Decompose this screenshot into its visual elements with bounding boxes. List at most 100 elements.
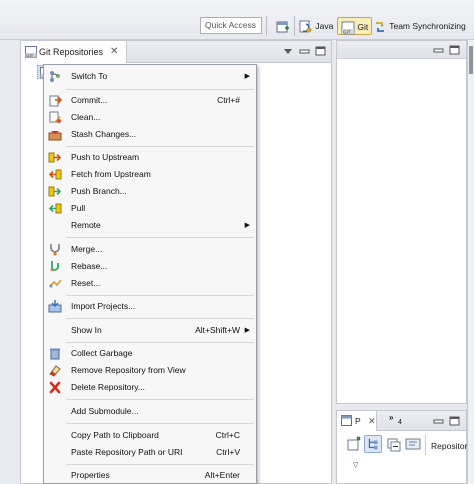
perspective-team-synchronizing-label: Team Synchronizing xyxy=(389,21,466,31)
svg-text:GIT: GIT xyxy=(343,29,351,34)
menu-item-label: Collect Garbage xyxy=(71,348,133,358)
menu-item-stash-changes[interactable]: Stash Changes... xyxy=(44,126,256,143)
menu-item-fetch-from-upstream[interactable]: Fetch from Upstream xyxy=(44,166,256,183)
menu-item-rebase[interactable]: Rebase... xyxy=(44,258,256,275)
menu-item-label: Pull xyxy=(71,203,86,213)
toolbar-separator xyxy=(294,16,295,36)
menu-separator xyxy=(66,464,254,465)
menu-item-label: Properties xyxy=(71,470,110,480)
menu-item-commit[interactable]: Commit... Ctrl+# xyxy=(44,92,256,109)
menu-item-shortcut: Ctrl+# xyxy=(217,95,240,105)
minimize-icon[interactable] xyxy=(433,415,444,427)
open-perspective-icon xyxy=(276,21,289,33)
menu-item-shortcut: Ctrl+C xyxy=(215,430,240,440)
minimize-icon[interactable] xyxy=(299,45,310,57)
maximize-icon[interactable] xyxy=(449,415,460,427)
switch-branch-icon xyxy=(50,71,60,82)
menu-item-shortcut: Alt+Enter xyxy=(204,470,240,480)
stash-icon xyxy=(48,131,62,141)
menu-item-delete-repository[interactable]: Delete Repository... xyxy=(44,379,256,396)
hierarchy-view-icon[interactable] xyxy=(404,435,422,453)
java-perspective-icon xyxy=(299,20,312,33)
menu-item-label: Delete Repository... xyxy=(71,382,146,392)
menu-item-push-to-upstream[interactable]: Push to Upstream xyxy=(44,149,256,166)
red-x-icon xyxy=(49,381,61,394)
vertical-scrollbar[interactable] xyxy=(467,40,474,484)
bottom-right-tab-bar: P ✕ » 4 xyxy=(337,411,466,431)
reset-icon xyxy=(49,279,62,288)
maximize-icon[interactable] xyxy=(315,45,326,57)
perspective-git-label: Git xyxy=(357,22,369,32)
menu-item-clean[interactable]: Clean... xyxy=(44,109,256,126)
menu-item-shortcut: Ctrl+V xyxy=(216,447,240,457)
minimize-icon[interactable] xyxy=(433,44,444,56)
eraser-icon xyxy=(49,365,61,377)
menu-item-merge[interactable]: Merge... xyxy=(44,241,256,258)
close-icon[interactable]: ✕ xyxy=(368,411,376,431)
menu-item-label: Show In xyxy=(71,325,102,335)
right-editor-view xyxy=(336,40,467,404)
tab-p-label: P xyxy=(355,416,361,426)
link-with-selection-icon[interactable] xyxy=(364,435,382,453)
menu-item-collect-garbage[interactable]: Collect Garbage xyxy=(44,345,256,362)
import-projects-icon xyxy=(48,300,62,313)
pull-icon xyxy=(48,203,62,214)
package-explorer-icon xyxy=(341,415,352,426)
menu-item-pull[interactable]: Pull xyxy=(44,200,256,217)
tab-p[interactable]: P ✕ xyxy=(337,411,377,431)
menu-separator xyxy=(66,318,254,319)
quick-access-input[interactable]: Quick Access xyxy=(200,17,262,34)
team-synchronizing-icon xyxy=(376,21,384,32)
menu-item-label: Merge... xyxy=(71,244,103,254)
commit-icon xyxy=(49,95,62,107)
submenu-arrow-icon: ▶ xyxy=(244,327,250,334)
menu-separator xyxy=(66,399,254,400)
menu-item-shortcut: Alt+Shift+W xyxy=(195,325,240,335)
menu-item-copy-path[interactable]: Copy Path to Clipboard Ctrl+C xyxy=(44,427,256,444)
menu-separator xyxy=(66,295,254,296)
merge-icon xyxy=(50,244,60,256)
submenu-arrow-icon: ▶ xyxy=(244,222,250,229)
svg-text:GIT: GIT xyxy=(27,53,34,58)
tab-git-repositories[interactable]: GIT Git Repositories ✕ xyxy=(21,41,127,63)
view-menu-icon[interactable] xyxy=(283,45,293,57)
main-toolbar: Quick Access Java GIT Git Team Synchroni… xyxy=(0,0,474,40)
tab-git-repositories-label: Git Repositories xyxy=(39,47,104,57)
close-icon[interactable]: ✕ xyxy=(110,41,118,63)
menu-item-remove-repository[interactable]: Remove Repository from View xyxy=(44,362,256,379)
menu-item-label: Stash Changes... xyxy=(71,129,137,139)
create-repository-icon[interactable] xyxy=(345,435,363,453)
fetch-upstream-icon xyxy=(48,169,62,180)
menu-separator xyxy=(66,237,254,238)
menu-item-show-in[interactable]: Show In Alt+Shift+W ▶ xyxy=(44,322,256,339)
menu-separator xyxy=(66,89,254,90)
menu-item-import-projects[interactable]: Import Projects... xyxy=(44,298,256,315)
git-perspective-icon: GIT xyxy=(341,21,355,35)
perspective-java-label: Java xyxy=(315,21,334,31)
view-menu-dropdown-icon[interactable]: ▽ xyxy=(353,461,358,469)
clean-icon xyxy=(49,111,61,123)
repositories-label: Repositor xyxy=(431,441,468,451)
menu-item-reset[interactable]: Reset... xyxy=(44,275,256,292)
menu-item-remote[interactable]: Remote ▶ xyxy=(44,217,256,234)
perspective-team-synchronizing[interactable]: Team Synchronizing xyxy=(373,17,466,35)
menu-item-push-branch[interactable]: Push Branch... xyxy=(44,183,256,200)
menu-item-paste-repository-path[interactable]: Paste Repository Path or URI Ctrl+V xyxy=(44,444,256,461)
menu-item-add-submodule[interactable]: Add Submodule... xyxy=(44,403,256,420)
menu-item-label: Push Branch... xyxy=(71,186,127,196)
menu-item-label: Reset... xyxy=(71,278,101,288)
push-upstream-icon xyxy=(48,152,62,163)
toolbar-separator xyxy=(266,16,267,36)
collapse-all-icon[interactable] xyxy=(385,435,403,453)
scrollbar-thumb[interactable] xyxy=(469,46,473,74)
menu-item-switch-to[interactable]: Switch To ▶ xyxy=(44,68,256,85)
view-tab-bar: GIT Git Repositories ✕ xyxy=(21,41,331,63)
menu-separator xyxy=(66,423,254,424)
trash-can-icon xyxy=(50,348,60,360)
more-tabs-chevron-icon[interactable]: » xyxy=(389,413,393,422)
open-perspective-button[interactable] xyxy=(276,17,290,35)
maximize-icon[interactable] xyxy=(449,44,460,56)
perspective-git[interactable]: GIT Git xyxy=(337,17,373,35)
perspective-java[interactable]: Java xyxy=(299,17,333,35)
menu-item-properties[interactable]: Properties Alt+Enter xyxy=(44,467,256,483)
